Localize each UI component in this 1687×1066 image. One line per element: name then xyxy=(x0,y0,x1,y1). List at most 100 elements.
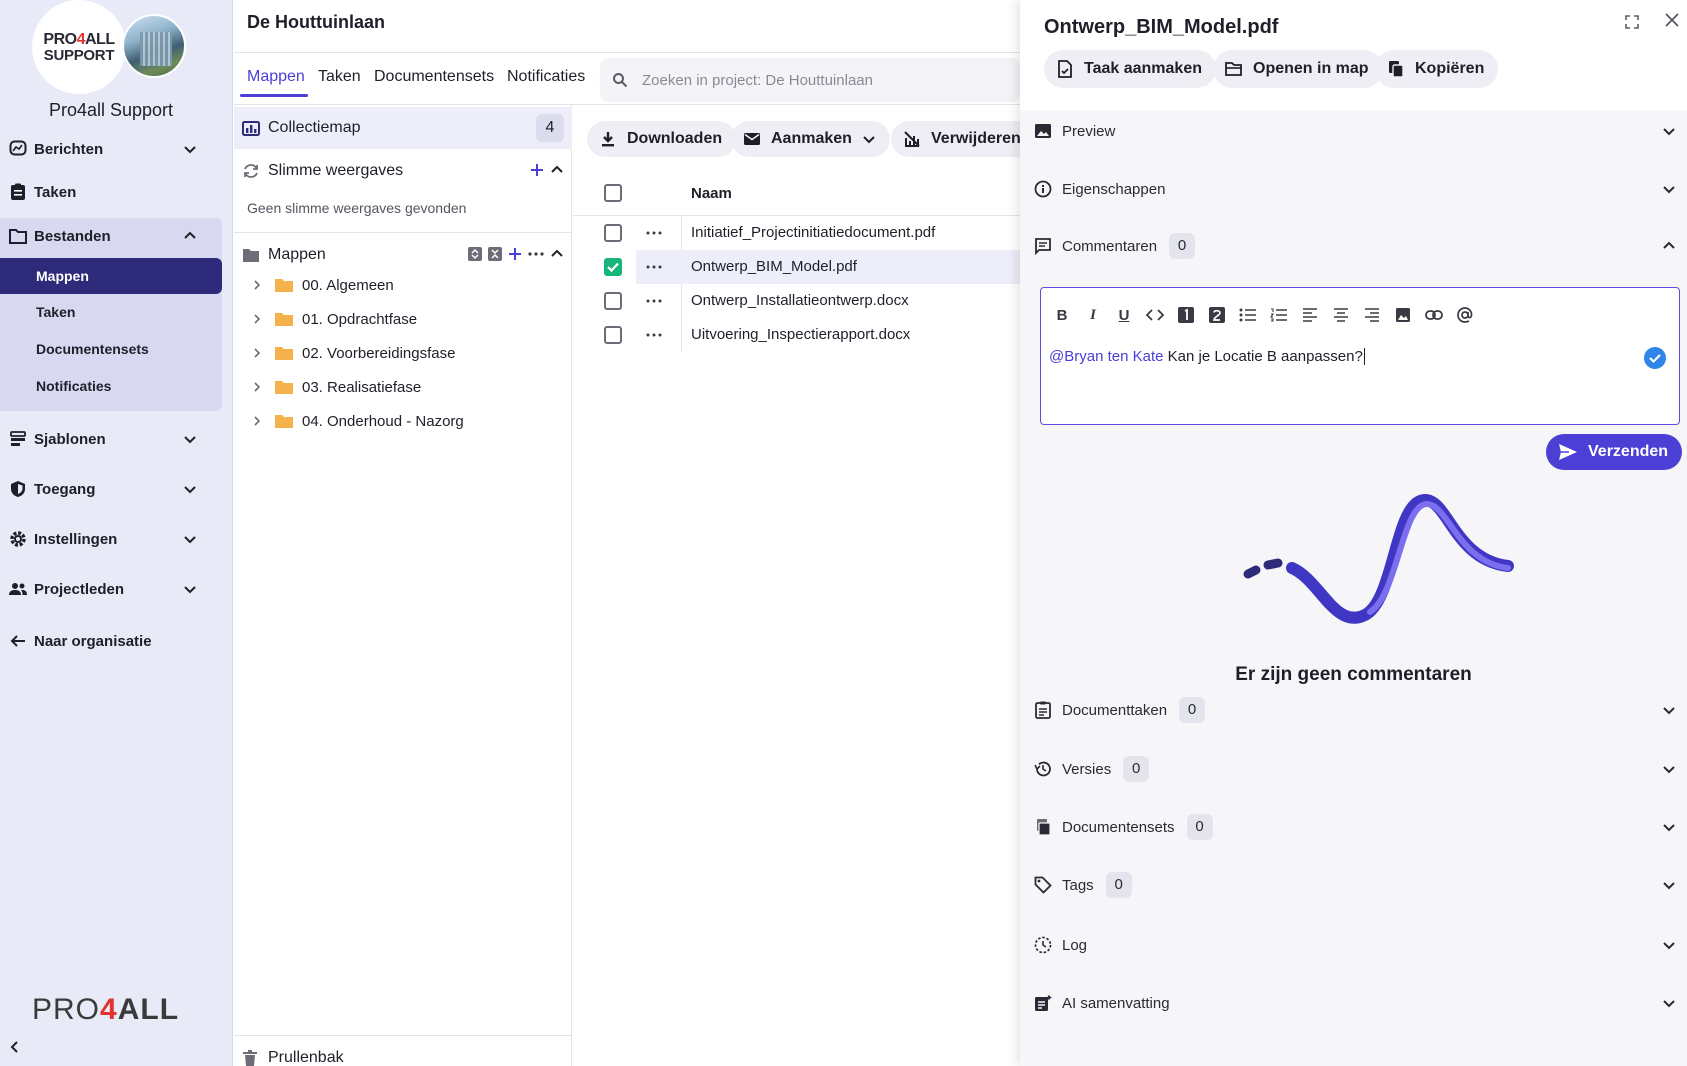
chevron-down-icon[interactable] xyxy=(1662,878,1676,892)
slimme-weergaves-row[interactable]: Slimme weergaves xyxy=(234,149,572,193)
comment-editor[interactable]: B I U @Bryan ten Kate Kan je Locatie B a… xyxy=(1040,287,1680,425)
section-log[interactable]: Log xyxy=(1034,925,1682,965)
more-icon[interactable] xyxy=(646,330,662,340)
folder-item[interactable]: 03. Realisatiefase xyxy=(250,370,560,404)
search-input[interactable] xyxy=(642,71,1002,89)
folder-item[interactable]: 00. Algemeen xyxy=(250,268,560,302)
plus-icon[interactable] xyxy=(508,247,522,261)
folder-item[interactable]: 01. Opdrachtfase xyxy=(250,302,560,336)
chevron-up-icon[interactable] xyxy=(550,247,564,261)
chevron-down-icon[interactable] xyxy=(1662,996,1676,1010)
section-documenttaken[interactable]: Documenttaken 0 xyxy=(1034,690,1682,730)
nav-instellingen[interactable]: Instellingen xyxy=(0,519,222,559)
more-icon[interactable] xyxy=(646,262,662,272)
chevron-down-icon[interactable] xyxy=(1662,182,1676,196)
italic-icon[interactable]: I xyxy=(1082,304,1104,326)
underline-icon[interactable]: U xyxy=(1113,304,1135,326)
delete-button[interactable]: Verwijderen xyxy=(891,121,1020,157)
chevron-up-icon[interactable] xyxy=(182,228,198,244)
chevron-down-icon[interactable] xyxy=(1662,938,1676,952)
fullscreen-icon[interactable] xyxy=(1624,14,1640,30)
create-task-button[interactable]: Taak aanmaken xyxy=(1044,50,1216,88)
section-tags[interactable]: Tags 0 xyxy=(1034,865,1682,905)
chevron-down-icon[interactable] xyxy=(182,431,198,447)
chevron-right-icon[interactable] xyxy=(250,346,264,360)
mention-tag[interactable]: @Bryan ten Kate xyxy=(1049,348,1163,365)
close-icon[interactable] xyxy=(1664,12,1680,28)
file-name[interactable]: Ontwerp_BIM_Model.pdf xyxy=(691,258,857,275)
chevron-down-icon[interactable] xyxy=(1662,820,1676,834)
insert-image-icon[interactable] xyxy=(1392,304,1414,326)
bullet-list-icon[interactable] xyxy=(1237,304,1259,326)
file-name[interactable]: Ontwerp_Installatieontwerp.docx xyxy=(691,292,909,309)
chevron-right-icon[interactable] xyxy=(250,278,264,292)
folder-item[interactable]: 02. Voorbereidingsfase xyxy=(250,336,560,370)
more-icon[interactable] xyxy=(646,296,662,306)
row-checkbox[interactable] xyxy=(604,224,622,242)
section-documentensets[interactable]: Documentensets 0 xyxy=(1034,807,1682,847)
tab-taken[interactable]: Taken xyxy=(318,68,361,86)
chevron-down-icon[interactable] xyxy=(182,531,198,547)
collectie-map-row[interactable]: Collectiemap 4 xyxy=(234,107,572,149)
table-row[interactable]: Ontwerp_Installatieontwerp.docx xyxy=(573,284,1020,318)
align-right-icon[interactable] xyxy=(1361,304,1383,326)
row-checkbox[interactable] xyxy=(604,258,622,276)
code-icon[interactable] xyxy=(1144,304,1166,326)
nav-berichten[interactable]: Berichten xyxy=(0,129,222,169)
create-button[interactable]: Aanmaken xyxy=(731,121,890,157)
section-eigenschappen[interactable]: Eigenschappen xyxy=(1034,169,1682,209)
open-in-folder-button[interactable]: Openen in map xyxy=(1213,50,1383,88)
heading-2-icon[interactable] xyxy=(1206,304,1228,326)
section-ai-samenvatting[interactable]: AI samenvatting xyxy=(1034,983,1682,1023)
nav-taken[interactable]: Taken xyxy=(0,172,222,212)
chevron-up-icon[interactable] xyxy=(1662,239,1676,253)
chevron-down-icon[interactable] xyxy=(1662,703,1676,717)
prullenbak-row[interactable]: Prullenbak xyxy=(234,1035,572,1066)
chevron-right-icon[interactable] xyxy=(250,414,264,428)
bold-icon[interactable]: B xyxy=(1051,304,1073,326)
section-commentaren[interactable]: Commentaren 0 xyxy=(1034,226,1682,266)
download-button[interactable]: Downloaden xyxy=(587,121,737,157)
table-row[interactable]: Uitvoering_Inspectierapport.docx xyxy=(573,318,1020,352)
link-icon[interactable] xyxy=(1423,304,1445,326)
numbered-list-icon[interactable] xyxy=(1268,304,1290,326)
chevron-down-icon[interactable] xyxy=(1662,124,1676,138)
search-box[interactable] xyxy=(600,58,1020,102)
chevron-up-icon[interactable] xyxy=(550,163,564,177)
file-name[interactable]: Uitvoering_Inspectierapport.docx xyxy=(691,326,910,343)
column-header-naam[interactable]: Naam xyxy=(691,185,732,202)
nav-projectleden[interactable]: Projectleden xyxy=(0,569,222,609)
table-row[interactable]: Ontwerp_BIM_Model.pdf xyxy=(573,250,1020,284)
chevron-right-icon[interactable] xyxy=(250,380,264,394)
row-checkbox[interactable] xyxy=(604,292,622,310)
nav-sub-mappen[interactable]: Mappen xyxy=(0,258,222,294)
table-row[interactable]: Initiatief_Projectinitiatiedocument.pdf xyxy=(573,216,1020,250)
align-left-icon[interactable] xyxy=(1299,304,1321,326)
mention-icon[interactable] xyxy=(1454,304,1476,326)
plus-icon[interactable] xyxy=(530,163,544,177)
collapse-all-icon[interactable] xyxy=(488,247,502,261)
chevron-right-icon[interactable] xyxy=(250,312,264,326)
chevron-down-icon[interactable] xyxy=(182,141,198,157)
nav-sub-taken[interactable]: Taken xyxy=(0,294,222,330)
more-icon[interactable] xyxy=(646,228,662,238)
heading-1-icon[interactable] xyxy=(1175,304,1197,326)
nav-sub-documentensets[interactable]: Documentensets xyxy=(0,331,222,367)
align-center-icon[interactable] xyxy=(1330,304,1352,326)
copy-button[interactable]: Kopiëren xyxy=(1375,50,1499,88)
more-icon[interactable] xyxy=(528,252,544,256)
tab-documentensets[interactable]: Documentensets xyxy=(374,68,494,86)
section-versies[interactable]: Versies 0 xyxy=(1034,749,1682,789)
nav-sub-notificaties[interactable]: Notificaties xyxy=(0,368,222,404)
nav-toegang[interactable]: Toegang xyxy=(0,469,222,509)
file-name[interactable]: Initiatief_Projectinitiatiedocument.pdf xyxy=(691,224,935,241)
chevron-down-icon[interactable] xyxy=(182,481,198,497)
chevron-left-icon[interactable] xyxy=(6,1038,24,1056)
comment-text[interactable]: @Bryan ten Kate Kan je Locatie B aanpass… xyxy=(1049,348,1365,365)
tab-notificaties[interactable]: Notificaties xyxy=(507,68,585,86)
nav-bestanden[interactable]: Bestanden xyxy=(0,216,222,256)
expand-all-icon[interactable] xyxy=(468,247,482,261)
chevron-down-icon[interactable] xyxy=(1662,762,1676,776)
nav-sjablonen[interactable]: Sjablonen xyxy=(0,419,222,459)
folder-item[interactable]: 04. Onderhoud - Nazorg xyxy=(250,404,560,438)
